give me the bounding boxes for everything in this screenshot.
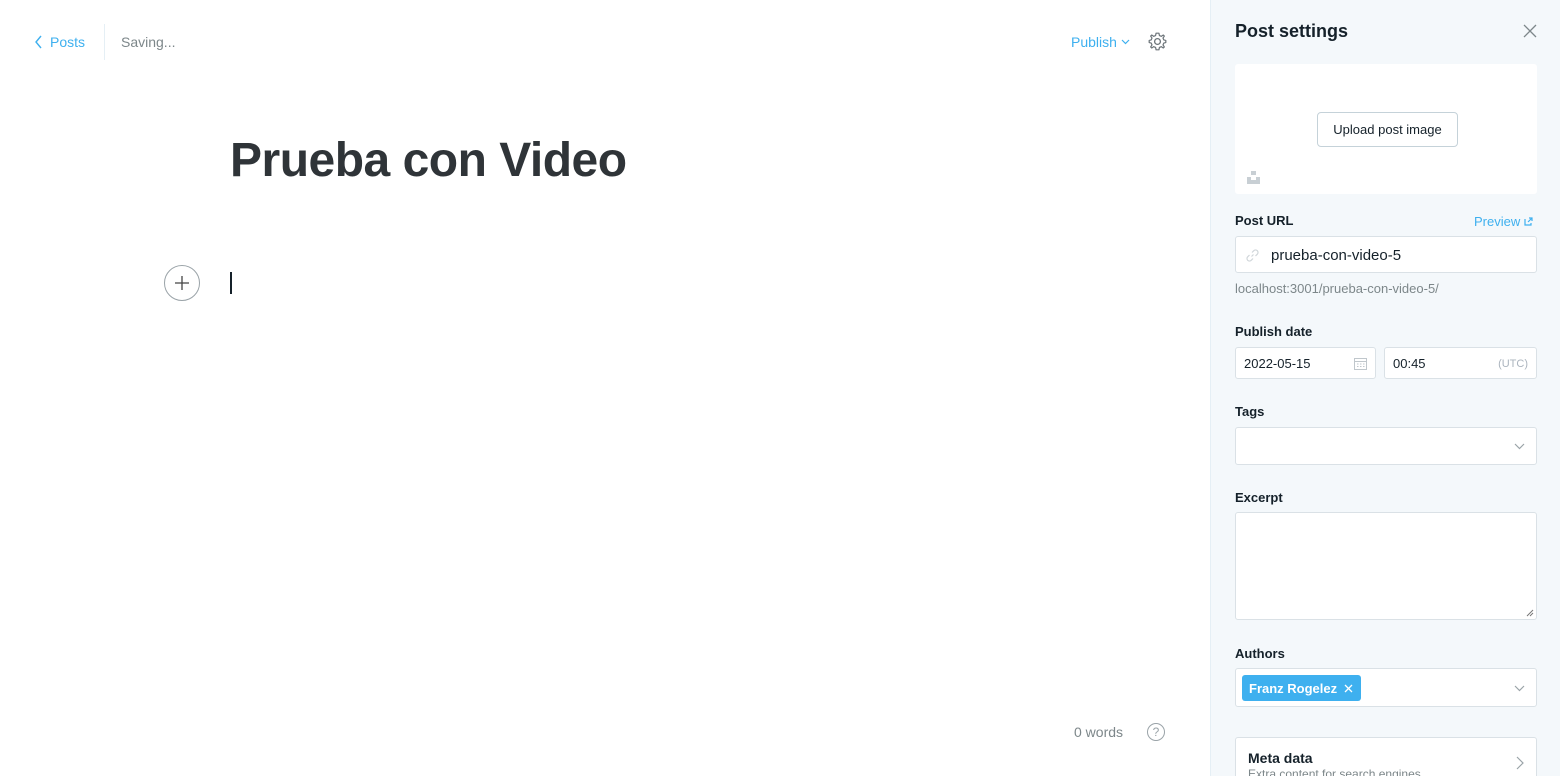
preview-link[interactable]: Preview — [1474, 214, 1533, 229]
authors-select[interactable]: Franz Rogelez — [1235, 668, 1537, 707]
add-card-button[interactable] — [164, 265, 200, 301]
meta-data-card[interactable]: Meta data Extra content for search engin… — [1235, 737, 1537, 776]
chevron-down-icon — [1514, 443, 1525, 450]
header-divider — [104, 24, 105, 60]
back-label: Posts — [50, 34, 86, 50]
gear-icon[interactable] — [1147, 31, 1168, 52]
save-status: Saving... — [121, 34, 176, 50]
publish-date-value: 2022-05-15 — [1244, 356, 1311, 371]
publish-time-input[interactable]: 00:45 (UTC) — [1384, 347, 1537, 379]
editor-area: Posts Saving... Publish Prueba con Video… — [0, 0, 1210, 776]
post-title[interactable]: Prueba con Video — [230, 132, 627, 190]
post-url-label: Post URL — [1235, 213, 1294, 228]
meta-data-subtitle: Extra content for search engines — [1248, 767, 1421, 776]
word-count: 0 words — [1074, 724, 1124, 740]
unsplash-icon[interactable] — [1247, 171, 1260, 184]
close-icon[interactable] — [1522, 23, 1538, 39]
resize-grip-icon[interactable] — [1526, 609, 1534, 617]
post-image-area: Upload post image — [1235, 64, 1537, 194]
author-tag: Franz Rogelez — [1242, 675, 1362, 701]
post-url-preview: localhost:3001/prueba-con-video-5/ — [1235, 281, 1439, 296]
timezone-label: (UTC) — [1498, 358, 1528, 370]
panel-title: Post settings — [1235, 21, 1349, 41]
link-icon — [1246, 249, 1259, 262]
remove-author-icon[interactable] — [1344, 684, 1353, 693]
publish-date-label: Publish date — [1235, 324, 1313, 339]
publish-label: Publish — [1071, 34, 1117, 50]
publish-date-input[interactable]: 2022-05-15 — [1235, 347, 1376, 379]
chevron-down-icon — [1121, 39, 1130, 45]
post-url-input[interactable]: prueba-con-video-5 — [1235, 236, 1537, 273]
chevron-right-icon — [1516, 756, 1524, 770]
chevron-left-icon — [35, 35, 42, 49]
preview-label: Preview — [1474, 214, 1521, 229]
authors-label: Authors — [1235, 646, 1285, 661]
back-to-posts-link[interactable]: Posts — [34, 33, 85, 51]
text-cursor — [230, 272, 232, 294]
tags-select[interactable] — [1235, 427, 1537, 465]
chevron-down-icon — [1514, 685, 1525, 692]
meta-data-title: Meta data — [1248, 750, 1313, 766]
post-url-value: prueba-con-video-5 — [1271, 247, 1402, 264]
publish-time-value: 00:45 — [1393, 356, 1426, 371]
plus-icon — [175, 276, 189, 290]
help-icon[interactable]: ? — [1147, 723, 1165, 741]
tags-label: Tags — [1235, 404, 1265, 419]
calendar-icon[interactable] — [1354, 357, 1367, 370]
author-name: Franz Rogelez — [1249, 680, 1338, 696]
external-link-icon — [1524, 217, 1533, 226]
excerpt-textarea[interactable] — [1235, 512, 1537, 620]
post-settings-panel: Post settings Upload post image Post URL… — [1210, 0, 1560, 776]
excerpt-label: Excerpt — [1235, 490, 1283, 505]
publish-menu-button[interactable]: Publish — [1071, 34, 1130, 50]
upload-post-image-button[interactable]: Upload post image — [1317, 112, 1458, 147]
